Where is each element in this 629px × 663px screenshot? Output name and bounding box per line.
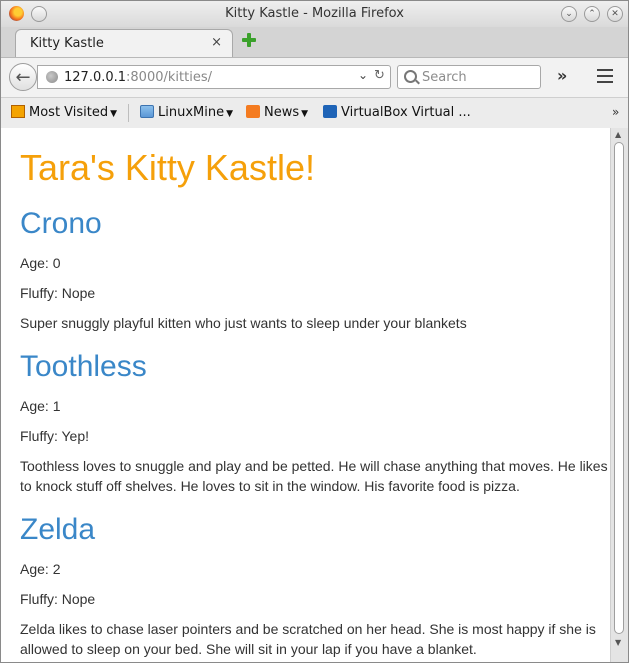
url-bar[interactable]: 127.0.0.1:8000/kitties/ ⌄ ↻	[37, 65, 391, 89]
chevron-down-icon: ▼	[301, 109, 309, 119]
kitty-card: Toothless Age: 1 Fluffy: Yep! Toothless …	[20, 350, 610, 496]
bookmark-virtualbox[interactable]: VirtualBox Virtual ...	[323, 105, 471, 120]
kitty-name: Toothless	[20, 350, 147, 383]
kitty-fluffy: Fluffy: Nope	[20, 285, 96, 301]
scroll-up-icon[interactable]: ▲	[615, 130, 621, 139]
bookmark-label: VirtualBox Virtual ...	[341, 105, 471, 120]
title-bar: Kitty Kastle - Mozilla Firefox ⌄ ⌃ ✕	[1, 1, 628, 27]
kitty-description: Toothless loves to snuggle and play and …	[20, 458, 608, 494]
url-host: 127.0.0.1	[64, 70, 127, 85]
maximize-icon[interactable]: ⌃	[584, 6, 600, 22]
back-button[interactable]: ←	[9, 63, 37, 91]
kitty-age: Age: 2	[20, 561, 61, 577]
minimize-icon[interactable]: ⌄	[561, 6, 577, 22]
chevron-down-icon: ▼	[110, 109, 118, 119]
close-tab-icon[interactable]: ×	[211, 35, 222, 50]
toolbar-overflow-button[interactable]: »	[557, 66, 567, 85]
bookmark-linuxmine[interactable]: LinuxMine ▼	[140, 105, 233, 120]
scroll-down-icon[interactable]: ▼	[615, 638, 621, 647]
bookmark-separator	[128, 104, 129, 122]
bookmarks-overflow-button[interactable]: »	[612, 105, 619, 119]
close-window-icon[interactable]: ✕	[607, 6, 623, 22]
bookmark-label: News	[264, 105, 300, 120]
virtualbox-icon	[323, 105, 337, 118]
kitty-age: Age: 1	[20, 398, 61, 414]
kitty-description: Zelda likes to chase laser pointers and …	[20, 621, 596, 657]
new-tab-icon[interactable]	[241, 32, 257, 48]
bookmark-most-visited[interactable]: Most Visited ▼	[11, 105, 117, 120]
window-title: Kitty Kastle - Mozilla Firefox	[225, 6, 404, 21]
site-identity-icon[interactable]	[46, 71, 58, 83]
tab-strip: Kitty Kastle ×	[1, 27, 628, 58]
kitty-card: Zelda Age: 2 Fluffy: Nope Zelda likes to…	[20, 513, 610, 659]
scrollbar-thumb[interactable]	[614, 142, 624, 634]
bookmark-label: LinuxMine	[158, 105, 225, 120]
navigation-bar: ← 127.0.0.1:8000/kitties/ ⌄ ↻ Search »	[1, 57, 628, 98]
reload-icon[interactable]: ↻	[374, 68, 385, 83]
page-content: Tara's Kitty Kastle! Crono Age: 0 Fluffy…	[1, 128, 610, 662]
kitty-name: Crono	[20, 207, 102, 240]
tab-kitty-kastle[interactable]: Kitty Kastle ×	[15, 29, 233, 58]
chevron-down-icon: ▼	[226, 109, 234, 119]
search-input[interactable]: Search	[397, 65, 541, 89]
folder-icon	[140, 105, 154, 118]
bookmark-label: Most Visited	[29, 105, 109, 120]
kitty-age: Age: 0	[20, 255, 61, 271]
url-path: :8000/kitties/	[126, 70, 212, 85]
page-title: Tara's Kitty Kastle!	[20, 147, 315, 188]
vertical-scrollbar[interactable]: ▲ ▼	[610, 128, 628, 662]
search-icon	[404, 70, 417, 83]
bookmarks-toolbar: Most Visited ▼ LinuxMine ▼ News ▼ VirtualBo…	[1, 97, 628, 129]
rss-icon	[246, 105, 260, 118]
url-dropdown-icon[interactable]: ⌄	[358, 68, 368, 82]
kitty-fluffy: Fluffy: Yep!	[20, 428, 90, 444]
hamburger-menu-icon[interactable]	[597, 69, 613, 83]
search-placeholder: Search	[422, 70, 467, 85]
kitty-card: Crono Age: 0 Fluffy: Nope Super snuggly …	[20, 207, 610, 333]
kitty-name: Zelda	[20, 513, 96, 546]
browser-window: Kitty Kastle - Mozilla Firefox ⌄ ⌃ ✕ Kit…	[0, 0, 629, 663]
most-visited-icon	[11, 105, 25, 118]
tab-label: Kitty Kastle	[30, 36, 104, 51]
kitty-fluffy: Fluffy: Nope	[20, 591, 96, 607]
kitty-description: Super snuggly playful kitten who just wa…	[20, 315, 467, 331]
bookmark-news[interactable]: News ▼	[246, 105, 308, 120]
url-text[interactable]: 127.0.0.1:8000/kitties/	[64, 70, 212, 85]
